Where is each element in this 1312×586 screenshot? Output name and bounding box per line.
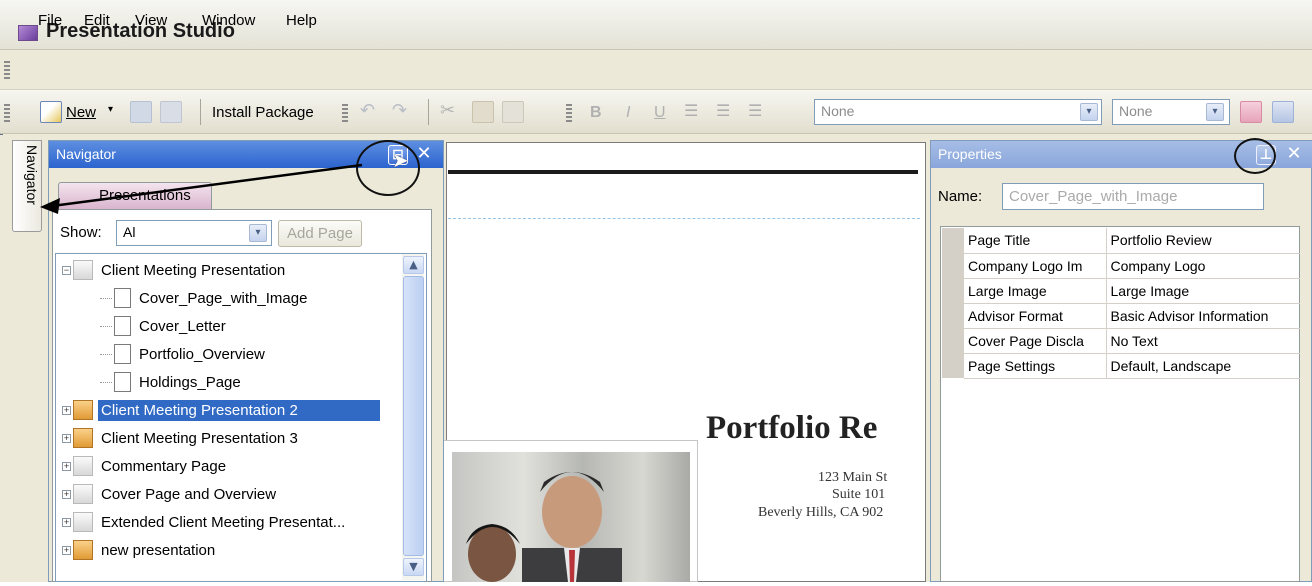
callout-arrow [40,163,363,214]
